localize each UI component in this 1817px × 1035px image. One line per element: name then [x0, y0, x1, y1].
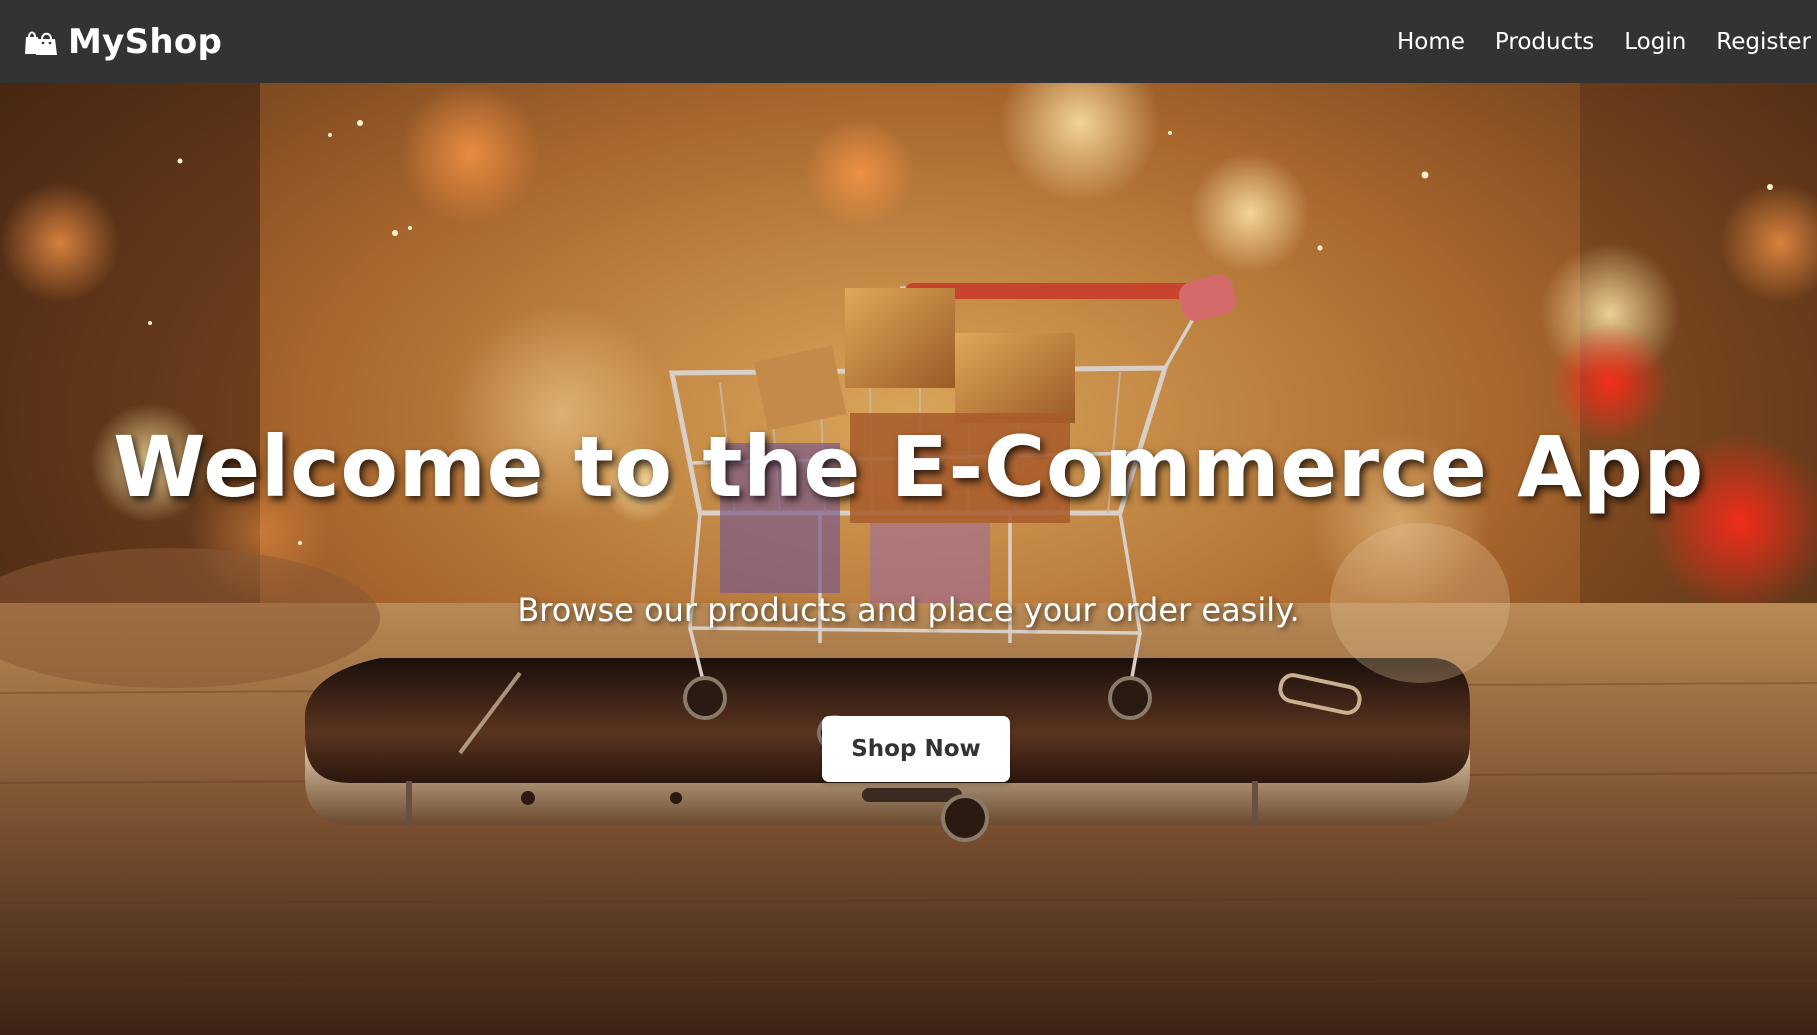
nav-link-login[interactable]: Login	[1624, 29, 1686, 55]
shopping-bags-icon	[24, 27, 58, 57]
navbar: MyShop Home Products Login Register	[0, 0, 1817, 83]
hero-title: Welcome to the E-Commerce App	[113, 418, 1704, 516]
nav-link-register[interactable]: Register	[1716, 29, 1811, 55]
hero-content: Welcome to the E-Commerce App Browse our…	[0, 83, 1817, 1035]
brand-name: MyShop	[68, 21, 223, 62]
brand-link[interactable]: MyShop	[24, 22, 222, 62]
nav-link-home[interactable]: Home	[1397, 29, 1465, 55]
nav-links: Home Products Login Register	[1367, 0, 1817, 83]
hero-subtitle: Browse our products and place your order…	[517, 591, 1300, 629]
shop-now-button[interactable]: Shop Now	[822, 716, 1010, 782]
nav-link-products[interactable]: Products	[1495, 29, 1594, 55]
hero-section: Welcome to the E-Commerce App Browse our…	[0, 83, 1817, 1035]
